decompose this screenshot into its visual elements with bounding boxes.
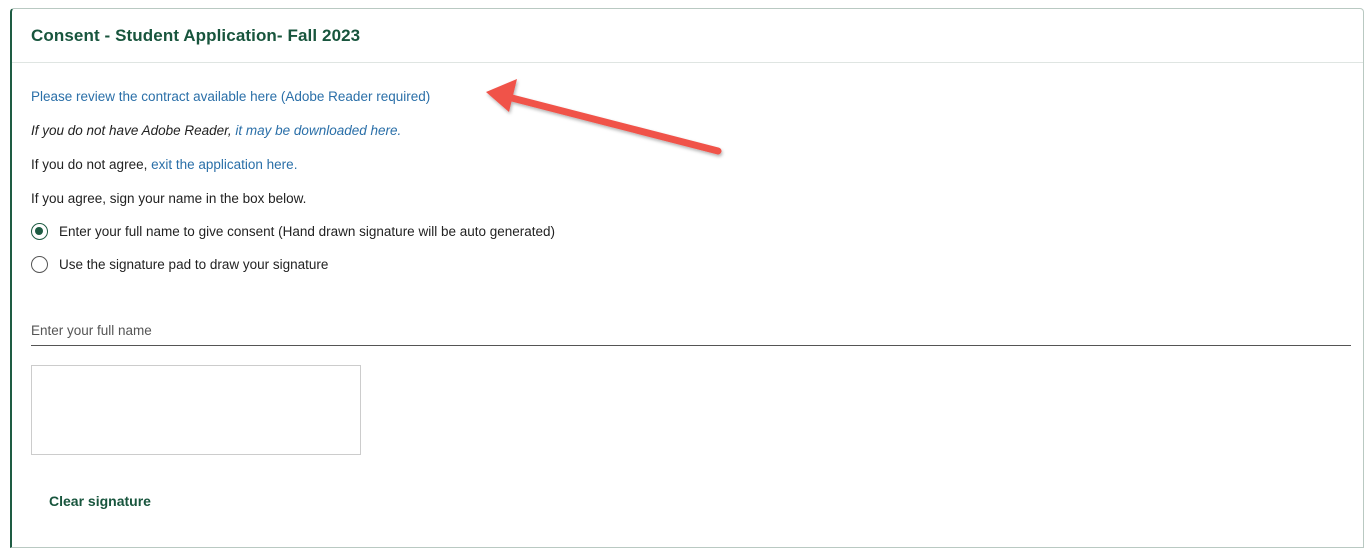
review-line: Please review the contract available her… — [31, 89, 430, 104]
panel-title: Consent - Student Application- Fall 2023 — [31, 25, 361, 45]
adobe-download-link[interactable]: it may be downloaded here. — [235, 123, 401, 138]
disagree-prefix: If you do not agree, — [31, 157, 152, 172]
radio-signature-pad[interactable] — [31, 256, 48, 273]
full-name-input[interactable] — [31, 315, 1351, 346]
clear-signature-button[interactable]: Clear signature — [49, 493, 151, 509]
agree-text: If you agree, sign your name in the box … — [31, 191, 307, 206]
panel-header: Consent - Student Application- Fall 2023 — [12, 9, 1363, 63]
adobe-line: If you do not have Adobe Reader, it may … — [31, 123, 401, 138]
review-contract-link[interactable]: Please review the contract available her… — [31, 89, 430, 104]
option-signature-pad[interactable]: Use the signature pad to draw your signa… — [31, 256, 328, 273]
radio-typed-name[interactable] — [31, 223, 48, 240]
option-typed-name-label: Enter your full name to give consent (Ha… — [59, 224, 556, 239]
agree-line: If you agree, sign your name in the box … — [31, 191, 306, 206]
option-typed-name[interactable]: Enter your full name to give consent (Ha… — [31, 223, 555, 240]
disagree-line: If you do not agree, exit the applicatio… — [31, 157, 297, 172]
adobe-prefix: If you do not have Adobe Reader, — [31, 123, 236, 138]
option-signature-pad-label: Use the signature pad to draw your signa… — [59, 257, 329, 272]
exit-application-link[interactable]: exit the application here. — [151, 157, 297, 172]
signature-pad[interactable] — [31, 365, 361, 455]
consent-panel: Consent - Student Application- Fall 2023… — [10, 8, 1364, 548]
